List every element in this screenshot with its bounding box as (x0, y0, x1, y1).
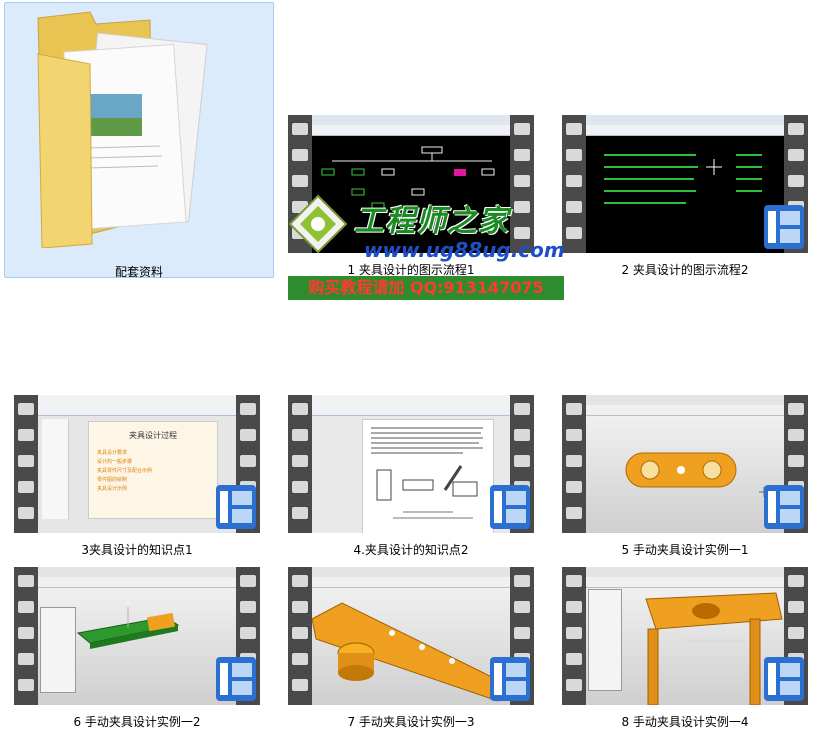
video-label: 8 手动夹具设计实例一4 (621, 715, 749, 729)
video-badge-icon (764, 485, 804, 529)
watermark-banner: 购买教程请加 QQ:913147075 (288, 276, 564, 300)
video-badge-icon (216, 657, 256, 701)
watermark: 工程师之家 www.ug88ug.com 购买教程请加 QQ:913147075 (288, 190, 568, 302)
video-item-8[interactable]: 8 手动夹具设计实例一4 (560, 565, 810, 731)
video-label: 4.夹具设计的知识点2 (353, 543, 469, 557)
video-item-6[interactable]: 6 手动夹具设计实例一2 (12, 565, 262, 731)
video-thumbnail (288, 567, 534, 705)
video-item-2[interactable]: 2 夹具设计的图示流程2 (560, 113, 810, 279)
watermark-brand: 工程师之家 (354, 204, 509, 239)
video-label: 7 手动夹具设计实例一3 (347, 715, 475, 729)
video-item-5[interactable]: 5 手动夹具设计实例一1 (560, 393, 810, 559)
ppt-bullet: 设计的一般步骤 (97, 459, 133, 465)
video-thumbnail (562, 567, 808, 705)
video-thumbnail: 夹具设计过程 夹具设计要求 设计的一般步骤 夹具零件尺寸及配合示例 零件图的绘制… (14, 395, 260, 533)
watermark-url: www.ug88ug.com (364, 238, 565, 262)
video-badge-icon (764, 657, 804, 701)
ppt-bullet: 零件图的绘制 (97, 477, 128, 483)
video-thumbnail (562, 115, 808, 253)
folder-label: 配套资料 (114, 265, 163, 279)
ppt-bullet: 夹具零件尺寸及配合示例 (97, 468, 153, 474)
video-badge-icon (490, 657, 530, 701)
video-item-3[interactable]: 夹具设计过程 夹具设计要求 设计的一般步骤 夹具零件尺寸及配合示例 零件图的绘制… (12, 393, 262, 559)
folder-item-peitao[interactable]: 配套资料 (4, 2, 274, 279)
video-badge-icon (490, 485, 530, 529)
folder-icon (37, 11, 208, 248)
video-thumbnail (288, 395, 534, 533)
video-label: 5 手动夹具设计实例一1 (621, 543, 749, 557)
ppt-title: 夹具设计过程 (129, 431, 177, 440)
video-label: 2 夹具设计的图示流程2 (621, 263, 749, 277)
video-thumbnail (14, 567, 260, 705)
ppt-bullet: 夹具设计要求 (97, 450, 128, 456)
video-label: 6 手动夹具设计实例一2 (73, 715, 201, 729)
video-item-7[interactable]: 7 手动夹具设计实例一3 (286, 565, 536, 731)
ppt-bullet: 夹具设计示例 (97, 486, 128, 492)
watermark-logo-icon (288, 194, 348, 254)
video-badge-icon (216, 485, 256, 529)
video-badge-icon (764, 205, 804, 249)
video-thumbnail (562, 395, 808, 533)
video-label: 3夹具设计的知识点1 (81, 543, 193, 557)
video-item-4[interactable]: 4.夹具设计的知识点2 (286, 393, 536, 559)
